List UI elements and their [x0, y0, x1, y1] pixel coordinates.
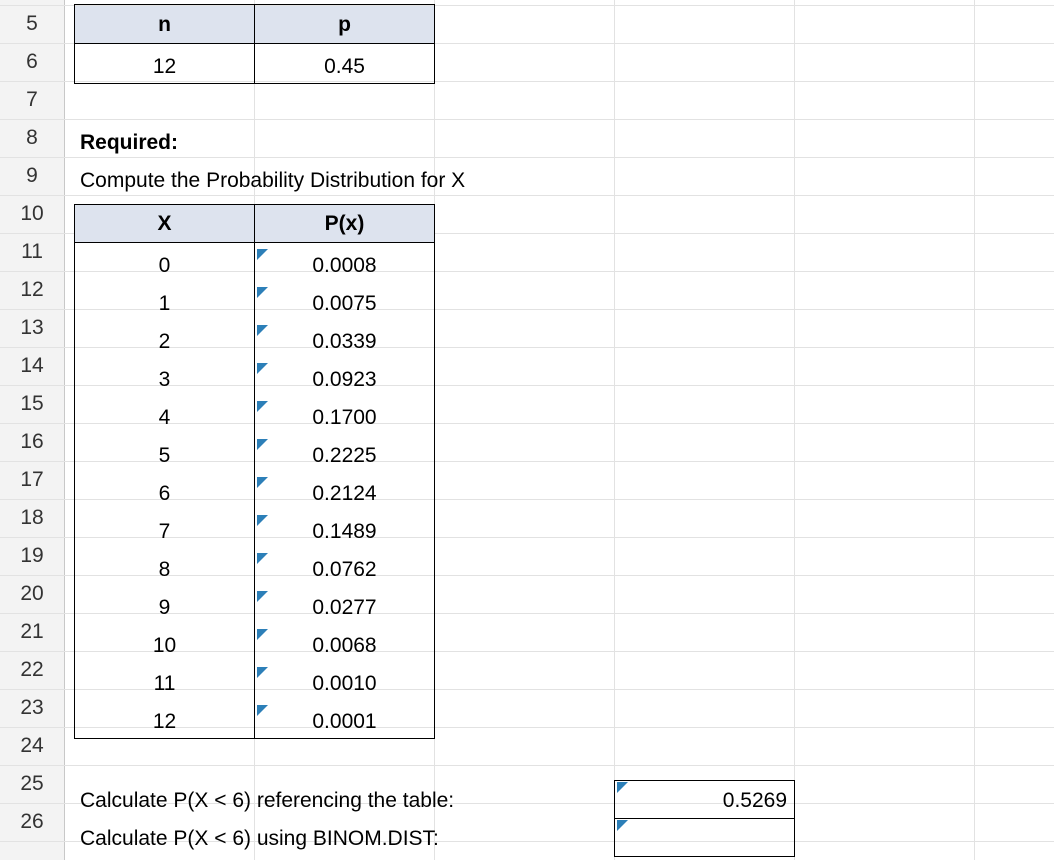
- row-number[interactable]: 23: [0, 689, 64, 727]
- px-cell[interactable]: 0.2225: [255, 437, 434, 475]
- px-cell[interactable]: 0.0277: [255, 589, 434, 627]
- px-cell[interactable]: 0.0001: [255, 703, 434, 741]
- comment-marker-icon[interactable]: [257, 667, 268, 678]
- row-number[interactable]: 12: [0, 271, 64, 309]
- x-cell[interactable]: 12: [75, 703, 254, 741]
- row-number[interactable]: 11: [0, 233, 64, 271]
- comment-marker-icon[interactable]: [257, 363, 268, 374]
- x-cell[interactable]: 8: [75, 551, 254, 589]
- x-cell[interactable]: 9: [75, 589, 254, 627]
- x-cell[interactable]: 5: [75, 437, 254, 475]
- px-cell[interactable]: 0.1489: [255, 513, 434, 551]
- comment-marker-icon[interactable]: [257, 515, 268, 526]
- calc1-label[interactable]: Calculate P(X < 6) referencing the table…: [80, 782, 454, 820]
- row-number[interactable]: 18: [0, 499, 64, 537]
- row-number[interactable]: 22: [0, 651, 64, 689]
- px-cell[interactable]: 0.0068: [255, 627, 434, 665]
- comment-marker-icon[interactable]: [257, 629, 268, 640]
- p-value-cell[interactable]: 0.45: [255, 48, 434, 86]
- x-cell[interactable]: 7: [75, 513, 254, 551]
- comment-marker-icon[interactable]: [257, 591, 268, 602]
- x-cell[interactable]: 6: [75, 475, 254, 513]
- spreadsheet-grid: 5 6 7 8 9 10 11 12 13 14 15 16 17 18 19 …: [0, 0, 1054, 860]
- gridline: [614, 0, 615, 860]
- row-number[interactable]: 17: [0, 461, 64, 499]
- row-number[interactable]: 15: [0, 385, 64, 423]
- row-number[interactable]: 25: [0, 765, 64, 803]
- x-cell[interactable]: 11: [75, 665, 254, 703]
- row-number[interactable]: 14: [0, 347, 64, 385]
- gridline: [794, 0, 795, 860]
- required-label[interactable]: Required:: [80, 124, 178, 162]
- row-number[interactable]: 6: [0, 43, 64, 81]
- row-number[interactable]: 26: [0, 803, 64, 841]
- row-number[interactable]: 13: [0, 309, 64, 347]
- x-cell[interactable]: 1: [75, 285, 254, 323]
- row-number[interactable]: 16: [0, 423, 64, 461]
- calc2-label[interactable]: Calculate P(X < 6) using BINOM.DIST:: [80, 820, 439, 858]
- row-number[interactable]: 24: [0, 727, 64, 765]
- comment-marker-icon[interactable]: [257, 553, 268, 564]
- comment-marker-icon[interactable]: [257, 401, 268, 412]
- calc1-value-cell[interactable]: 0.5269: [615, 782, 787, 820]
- px-cell[interactable]: 0.0010: [255, 665, 434, 703]
- x-cell[interactable]: 2: [75, 323, 254, 361]
- row-number[interactable]: 20: [0, 575, 64, 613]
- n-value-cell[interactable]: 12: [75, 48, 254, 86]
- n-header-cell[interactable]: n: [75, 6, 254, 43]
- comment-marker-icon[interactable]: [257, 439, 268, 450]
- comment-marker-icon[interactable]: [617, 782, 628, 793]
- px-cell[interactable]: 0.0008: [255, 247, 434, 285]
- comment-marker-icon[interactable]: [257, 705, 268, 716]
- row-number[interactable]: 10: [0, 195, 64, 233]
- px-cell[interactable]: 0.2124: [255, 475, 434, 513]
- px-cell[interactable]: 0.0075: [255, 285, 434, 323]
- px-cell[interactable]: 0.0339: [255, 323, 434, 361]
- comment-marker-icon[interactable]: [257, 325, 268, 336]
- row-number[interactable]: 21: [0, 613, 64, 651]
- x-cell[interactable]: 0: [75, 247, 254, 285]
- x-cell[interactable]: 10: [75, 627, 254, 665]
- x-cell[interactable]: 3: [75, 361, 254, 399]
- comment-marker-icon[interactable]: [617, 820, 628, 831]
- row-number[interactable]: 5: [0, 5, 64, 43]
- gridline: [434, 0, 435, 860]
- row-number[interactable]: 19: [0, 537, 64, 575]
- px-cell[interactable]: 0.1700: [255, 399, 434, 437]
- row-number[interactable]: 8: [0, 119, 64, 157]
- comment-marker-icon[interactable]: [257, 477, 268, 488]
- comment-marker-icon[interactable]: [257, 249, 268, 260]
- gridline: [974, 0, 975, 860]
- x-header-cell[interactable]: X: [75, 205, 254, 242]
- x-cell[interactable]: 4: [75, 399, 254, 437]
- p-header-cell[interactable]: p: [255, 6, 434, 43]
- instruction-text[interactable]: Compute the Probability Distribution for…: [80, 162, 465, 200]
- row-number[interactable]: 7: [0, 81, 64, 119]
- px-cell[interactable]: 0.0762: [255, 551, 434, 589]
- comment-marker-icon[interactable]: [257, 287, 268, 298]
- px-header-cell[interactable]: P(x): [255, 205, 434, 242]
- row-number[interactable]: 9: [0, 157, 64, 195]
- px-cell[interactable]: 0.0923: [255, 361, 434, 399]
- calc2-value-border: [614, 818, 795, 857]
